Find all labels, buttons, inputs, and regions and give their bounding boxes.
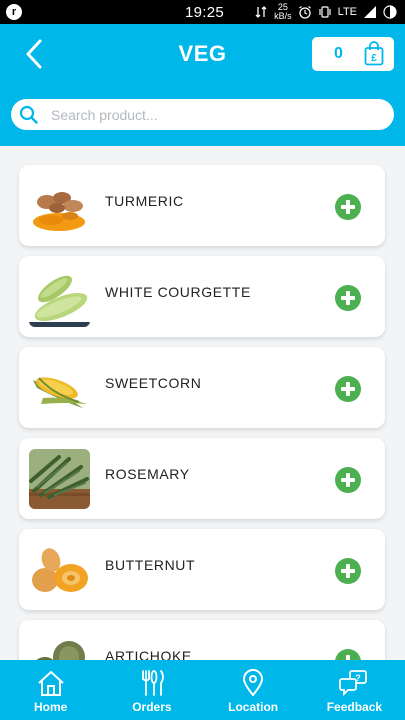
product-name: SWEETCORN bbox=[105, 375, 202, 391]
feedback-icon: ? bbox=[339, 670, 368, 697]
nav-label: Home bbox=[33, 700, 68, 714]
product-name: TURMERIC bbox=[105, 193, 184, 209]
nav-feedback[interactable]: ? Feedback bbox=[304, 660, 405, 720]
app-header: VEG 0 £ bbox=[0, 24, 405, 146]
vibrate-icon bbox=[319, 6, 331, 18]
nav-label: Location bbox=[228, 700, 279, 714]
turmeric-image bbox=[29, 176, 90, 236]
product-name: WHITE COURGETTE bbox=[105, 284, 251, 300]
search-input[interactable] bbox=[51, 99, 381, 130]
network-speed-unit: kB/s bbox=[274, 11, 292, 21]
shopping-bag-icon: £ bbox=[364, 41, 384, 66]
network-type: LTE bbox=[337, 6, 357, 18]
data-arrows-icon bbox=[255, 6, 267, 18]
status-indicators: 25 kB/s LTE bbox=[254, 3, 397, 21]
svg-text:£: £ bbox=[371, 53, 377, 64]
white-courgette-image bbox=[29, 267, 90, 327]
network-speed: 25 kB/s bbox=[274, 3, 292, 21]
cart-count: 0 bbox=[334, 45, 343, 62]
search-bar bbox=[11, 99, 394, 130]
product-name: BUTTERNUT bbox=[105, 557, 196, 573]
status-time: 19:25 bbox=[185, 4, 225, 21]
add-to-cart-button[interactable] bbox=[335, 194, 361, 220]
cutlery-icon bbox=[141, 670, 164, 696]
product-name: ARTICHOKE bbox=[105, 648, 192, 660]
search-icon bbox=[19, 105, 38, 124]
add-to-cart-button[interactable] bbox=[335, 649, 361, 660]
app-notification-icon: r bbox=[6, 4, 22, 20]
battery-icon bbox=[383, 5, 397, 19]
add-to-cart-button[interactable] bbox=[335, 467, 361, 493]
product-card-artichoke[interactable]: ARTICHOKE bbox=[19, 620, 385, 660]
artichoke-image bbox=[29, 631, 90, 660]
nav-label: Feedback bbox=[326, 700, 383, 714]
alarm-icon bbox=[298, 6, 311, 19]
product-card-sweetcorn[interactable]: SWEETCORN bbox=[19, 347, 385, 428]
product-card-turmeric[interactable]: TURMERIC bbox=[19, 165, 385, 246]
product-name: ROSEMARY bbox=[105, 466, 190, 482]
signal-icon bbox=[364, 6, 376, 18]
product-card-rosemary[interactable]: ROSEMARY bbox=[19, 438, 385, 519]
location-pin-icon bbox=[243, 669, 264, 696]
product-list: TURMERIC WHITE COURGETTE SWEETCORN ROSEM… bbox=[0, 146, 405, 660]
bottom-navigation: Home Orders Location ? Feedback bbox=[0, 660, 405, 720]
home-icon bbox=[37, 671, 64, 696]
rosemary-image bbox=[29, 449, 90, 509]
cart-button[interactable]: 0 £ bbox=[312, 37, 394, 71]
add-to-cart-button[interactable] bbox=[335, 376, 361, 402]
product-card-white-courgette[interactable]: WHITE COURGETTE bbox=[19, 256, 385, 337]
add-to-cart-button[interactable] bbox=[335, 285, 361, 311]
status-bar: r 19:25 25 kB/s LTE bbox=[0, 0, 405, 24]
nav-location[interactable]: Location bbox=[203, 660, 304, 720]
butternut-image bbox=[29, 540, 90, 600]
sweetcorn-image bbox=[29, 358, 90, 418]
product-card-butternut[interactable]: BUTTERNUT bbox=[19, 529, 385, 610]
nav-label: Orders bbox=[132, 700, 172, 714]
nav-home[interactable]: Home bbox=[0, 660, 101, 720]
nav-orders[interactable]: Orders bbox=[101, 660, 202, 720]
add-to-cart-button[interactable] bbox=[335, 558, 361, 584]
